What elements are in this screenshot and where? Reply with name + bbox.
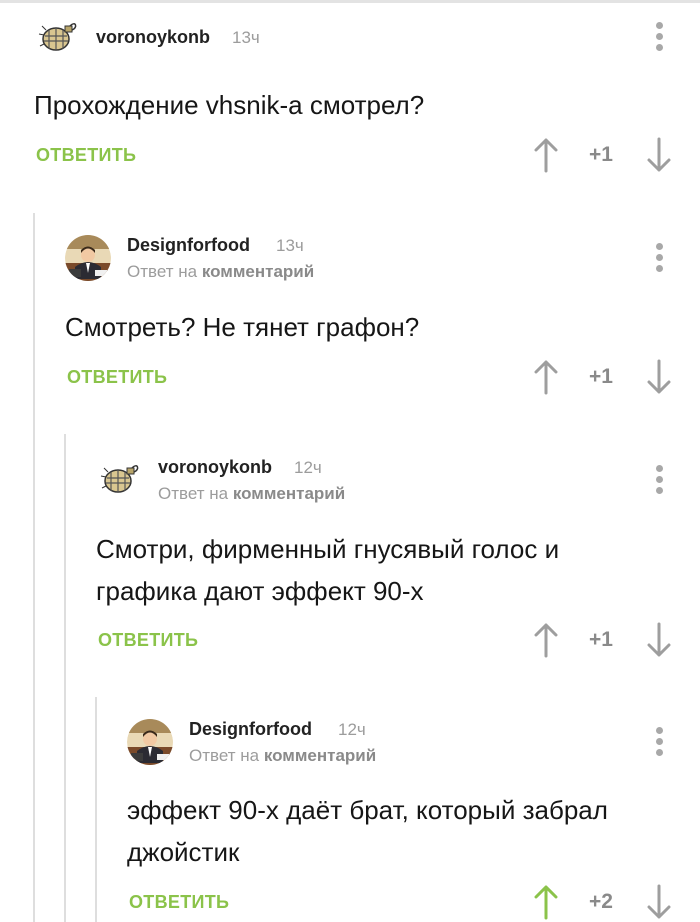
comment-time: 12ч [338, 720, 366, 739]
grenade-avatar-icon [34, 14, 80, 60]
comment-text-line: Смотри, фирменный гнусявый голос и [96, 534, 560, 564]
more-menu-icon[interactable] [654, 465, 664, 497]
comment: Designforfood 13ч Ответ на комментарий С… [0, 210, 700, 430]
businessman-avatar-icon [127, 719, 173, 765]
reply-button[interactable]: ОТВЕТИТЬ [36, 145, 136, 166]
grenade-avatar-icon [96, 456, 142, 502]
businessman-avatar-icon [65, 235, 111, 281]
reply-to-comment-link[interactable]: комментарий [264, 746, 376, 765]
upvote-arrow-icon[interactable] [533, 359, 559, 395]
comment: voronoykonb 13ч Прохождение vhsnik-а смо… [0, 0, 700, 190]
reply-to-prefix: Ответ на [127, 262, 198, 281]
comment: voronoykonb 12ч Ответ на комментарий Смо… [0, 432, 700, 692]
author-name[interactable]: voronoykonb [158, 457, 272, 478]
comment-text-line: джойстик [127, 837, 240, 867]
reply-to-comment-link[interactable]: комментарий [233, 484, 345, 503]
reply-to-comment-link[interactable]: комментарий [202, 262, 314, 281]
reply-button[interactable]: ОТВЕТИТЬ [98, 630, 198, 651]
more-menu-icon[interactable] [654, 22, 664, 54]
upvote-arrow-icon[interactable] [533, 622, 559, 658]
comment-text: Смотри, фирменный гнусявый голос и графи… [96, 528, 686, 612]
avatar[interactable] [96, 456, 142, 502]
author-name[interactable]: voronoykonb [96, 27, 210, 48]
comment-text-line: графика дают эффект 90-х [96, 576, 424, 606]
comment-time: 12ч [294, 458, 322, 477]
comment: Designforfood 12ч Ответ на комментарий э… [0, 695, 700, 922]
comment-time: 13ч [232, 28, 260, 47]
reply-to-line: Ответ на комментарий [189, 746, 376, 766]
more-menu-icon[interactable] [654, 243, 664, 275]
comment-text: эффект 90-х даёт брат, который забрал дж… [127, 789, 687, 873]
vote-score: +1 [589, 628, 613, 651]
avatar[interactable] [127, 719, 173, 765]
avatar[interactable] [65, 235, 111, 281]
vote-score: +1 [589, 365, 613, 388]
vote-score: +1 [589, 143, 613, 166]
reply-to-prefix: Ответ на [158, 484, 229, 503]
downvote-arrow-icon[interactable] [646, 137, 672, 173]
downvote-arrow-icon[interactable] [646, 359, 672, 395]
downvote-arrow-icon[interactable] [646, 884, 672, 920]
reply-to-prefix: Ответ на [189, 746, 260, 765]
comment-text-line: Смотреть? Не тянет графон? [65, 312, 420, 342]
upvote-arrow-icon[interactable] [533, 137, 559, 173]
reply-to-line: Ответ на комментарий [127, 262, 314, 282]
reply-to-line: Ответ на комментарий [158, 484, 345, 504]
reply-button[interactable]: ОТВЕТИТЬ [67, 367, 167, 388]
comment-time: 13ч [276, 236, 304, 255]
author-name[interactable]: Designforfood [127, 235, 250, 256]
avatar[interactable] [34, 14, 80, 60]
vote-score: +2 [589, 890, 613, 913]
reply-button[interactable]: ОТВЕТИТЬ [129, 892, 229, 913]
comment-text-line: эффект 90-х даёт брат, который забрал [127, 795, 608, 825]
author-name[interactable]: Designforfood [189, 719, 312, 740]
comment-text: Смотреть? Не тянет графон? [65, 306, 675, 348]
downvote-arrow-icon[interactable] [646, 622, 672, 658]
more-menu-icon[interactable] [654, 727, 664, 759]
comment-text-line: Прохождение vhsnik-а смотрел? [34, 90, 425, 120]
upvote-arrow-icon[interactable] [533, 884, 559, 920]
comment-text: Прохождение vhsnik-а смотрел? [34, 84, 674, 126]
